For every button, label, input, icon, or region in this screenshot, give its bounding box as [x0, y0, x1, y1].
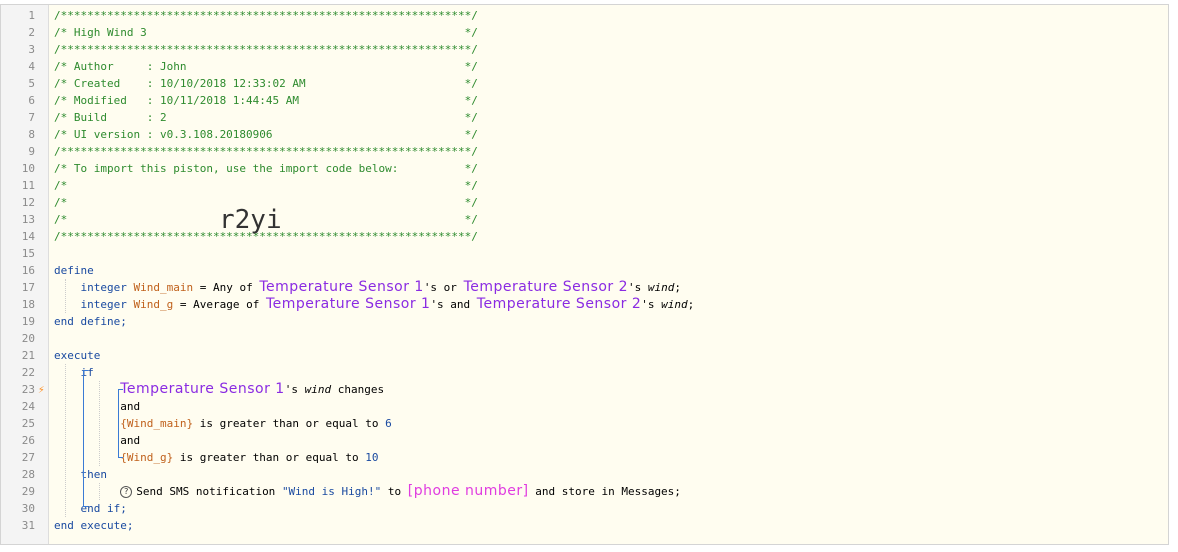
code-line: end define;: [54, 315, 127, 328]
line-number: 4: [28, 60, 35, 73]
code-line: integer Wind_main = Any of Temperature S…: [80, 279, 682, 295]
line-number: 24: [21, 400, 35, 413]
code-line: execute: [54, 349, 101, 362]
condition-group-bracket: [118, 389, 123, 458]
indent-guide: [65, 364, 66, 517]
code-line: Temperature Sensor 1's wind changes: [120, 381, 385, 397]
indent-guide: [65, 279, 66, 313]
line-number: 31: [21, 519, 35, 532]
code-line: and: [54, 434, 141, 447]
line-number: 10: [21, 162, 35, 175]
line-number: 3: [28, 43, 35, 56]
line-number: 20: [21, 332, 35, 345]
code-line: /* */: [54, 179, 478, 192]
line-number: 13: [21, 213, 35, 226]
code-line: then: [80, 468, 108, 481]
indent-guide: [99, 381, 100, 466]
line-number-gutter: 1 2 3 4 5 6 7 8 9 10 11 12 13 14 15 16 17 18 19 20 21 22 23 ⚡ 24…: [1, 5, 49, 544]
line-number: 29: [21, 485, 35, 498]
code-line: /***************************************…: [54, 43, 478, 56]
line-number: 23: [21, 383, 35, 396]
line-number: 14: [21, 230, 35, 243]
code-line: /* To import this piston, use the import…: [54, 162, 478, 175]
piston-code-editor: 1 2 3 4 5 6 7 8 9 10 11 12 13 14 15 16 17 18 19 20 21 22 23 ⚡ 24…: [0, 4, 1169, 545]
code-line: {Wind_g} is greater than or equal to 10: [120, 451, 379, 464]
code-line: /***************************************…: [54, 9, 478, 22]
line-number: 30: [21, 502, 35, 515]
line-number: 12: [21, 196, 35, 209]
line-number: 6: [28, 94, 35, 107]
line-number: 11: [21, 179, 35, 192]
line-number: 18: [21, 298, 35, 311]
line-number: 25: [21, 417, 35, 430]
code-line: /***************************************…: [54, 145, 478, 158]
code-line: ? Send SMS notification "Wind is High!" t…: [54, 483, 681, 500]
code-line: end execute;: [54, 519, 134, 532]
code-line: integer Wind_g = Average of Temperature …: [80, 296, 695, 312]
line-number: 22: [21, 366, 35, 379]
line-number: 9: [28, 145, 35, 158]
code-line: /* Build : 2 */: [54, 111, 478, 124]
line-number: 5: [28, 77, 35, 90]
line-number: 21: [21, 349, 35, 362]
code-line: and: [54, 400, 141, 413]
line-number: 7: [28, 111, 35, 124]
code-line: /* Created : 10/10/2018 12:33:02 AM */: [54, 77, 478, 90]
line-number: 8: [28, 128, 35, 141]
line-number: 27: [21, 451, 35, 464]
code-line: /* UI version : v0.3.108.20180906 */: [54, 128, 478, 141]
line-number: 28: [21, 468, 35, 481]
line-number: 16: [21, 264, 35, 277]
line-number: 26: [21, 434, 35, 447]
line-number: 15: [21, 247, 35, 260]
line-number: 2: [28, 26, 35, 39]
if-block-bracket: [83, 370, 88, 507]
code-line: /* Modified : 10/11/2018 1:44:45 AM */: [54, 94, 478, 107]
code-line: {Wind_main} is greater than or equal to …: [120, 417, 392, 430]
line-number: 1: [28, 9, 35, 22]
code-line: /* Author : John */: [54, 60, 478, 73]
code-line: /* High Wind 3 */: [54, 26, 478, 39]
line-number: 19: [21, 315, 35, 328]
trigger-bolt-icon: ⚡: [38, 383, 45, 396]
code-line: define: [54, 264, 94, 277]
line-number: 17: [21, 281, 35, 294]
import-code: r2yi: [219, 205, 282, 235]
indent-guide: [99, 483, 100, 500]
